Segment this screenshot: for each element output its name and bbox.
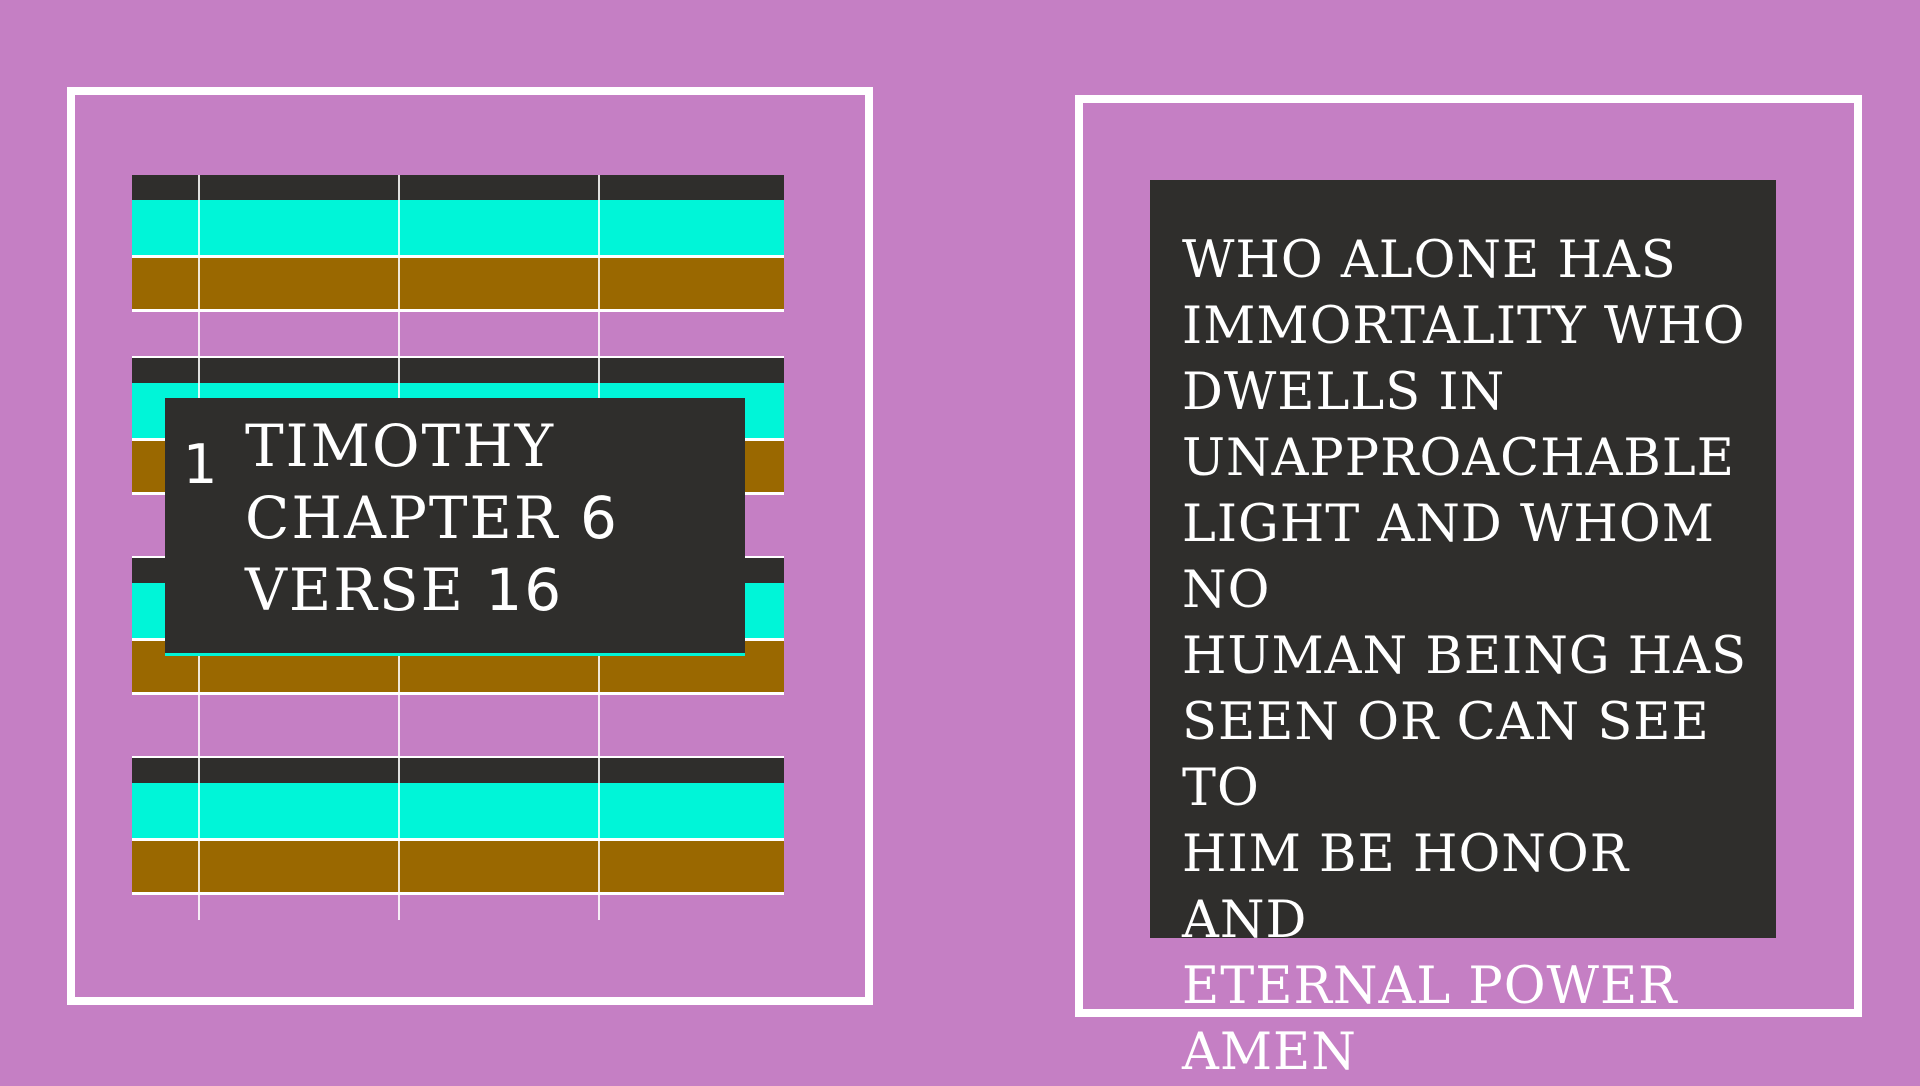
chapter-line: CHAPTER 6 xyxy=(245,482,619,554)
verse-label: VERSE xyxy=(245,556,486,624)
stripe-band-4 xyxy=(132,756,784,895)
stripe-cyan xyxy=(132,783,784,838)
stripe-dark xyxy=(132,758,784,783)
stripe-brown xyxy=(132,841,784,892)
stripe-divider xyxy=(132,309,784,312)
verse-number: 16 xyxy=(485,556,564,624)
chapter-number: 6 xyxy=(580,484,619,552)
stripe-dark xyxy=(132,175,784,200)
stripe-dark xyxy=(132,358,784,383)
verse-card: WHO ALONE HAS IMMORTALITY WHO DWELLS IN … xyxy=(1150,180,1776,1082)
book-number: 1 xyxy=(183,433,218,496)
stripe-band-1 xyxy=(132,175,784,312)
book-name: TIMOTHY xyxy=(245,412,556,480)
chapter-label: CHAPTER xyxy=(245,484,580,552)
verse-text: WHO ALONE HAS IMMORTALITY WHO DWELLS IN … xyxy=(1182,231,1748,1082)
stripe-brown xyxy=(132,258,784,309)
reference-lines: TIMOTHY CHAPTER 6 VERSE 16 xyxy=(245,410,619,626)
scripture-reference-panel: 1 TIMOTHY CHAPTER 6 VERSE 16 xyxy=(165,398,745,653)
stripe-divider xyxy=(132,892,784,895)
stripe-divider xyxy=(132,692,784,695)
verse-line: VERSE 16 xyxy=(245,554,619,626)
stripe-cyan xyxy=(132,200,784,255)
